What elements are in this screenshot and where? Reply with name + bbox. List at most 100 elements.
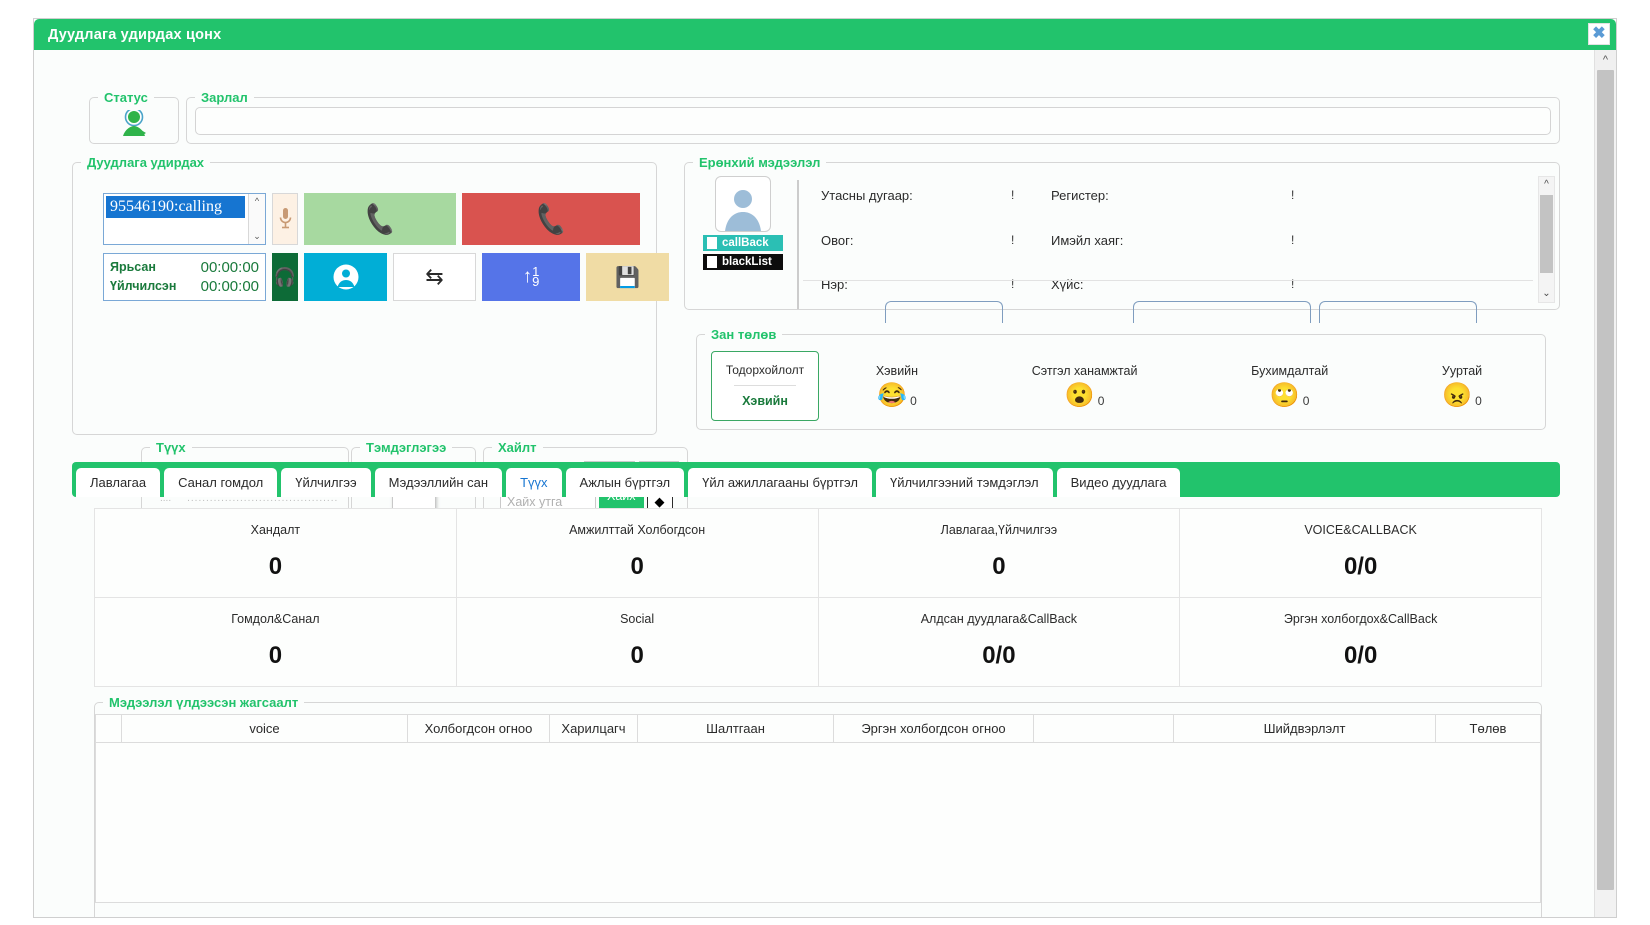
tab-video-duudlaga[interactable]: Видео дуудлага bbox=[1056, 468, 1181, 497]
customer-button[interactable] bbox=[304, 253, 387, 301]
status-panel: Статус bbox=[89, 90, 179, 144]
message-list-table: voice Холбогдсон огноо Харилцагч Шалтгаа… bbox=[95, 714, 1541, 903]
hidden-fieldset-2 bbox=[1133, 301, 1311, 323]
col-reason[interactable]: Шалтгаан bbox=[637, 714, 834, 743]
scrollbar-thumb[interactable] bbox=[1597, 70, 1614, 890]
callback-checkbox[interactable]: callBack bbox=[703, 235, 783, 251]
hidden-fieldset-3 bbox=[1319, 301, 1477, 323]
status-legend: Статус bbox=[104, 90, 148, 105]
announcement-box[interactable] bbox=[195, 107, 1551, 135]
general-info-scrollbar[interactable]: ^ ⌄ bbox=[1538, 176, 1555, 303]
close-button[interactable]: ✖ bbox=[1588, 23, 1610, 45]
mood-definition-value: Хэвийн bbox=[742, 394, 788, 408]
scroll-up-icon[interactable]: ^ bbox=[1544, 177, 1549, 193]
stat-value: 0 bbox=[630, 553, 644, 580]
mood-item-frustrated[interactable]: Бухимдалтай 🙄 0 bbox=[1251, 364, 1328, 408]
timer-talk: Ярьсан 00:00:00 bbox=[110, 258, 259, 277]
checkbox-box[interactable] bbox=[707, 237, 717, 249]
blacklist-checkbox[interactable]: blackList bbox=[703, 254, 783, 270]
tab-uilchilgeenii-temdeglel[interactable]: Үйлчилгээний тэмдэглэл bbox=[876, 468, 1053, 497]
call-control-legend: Дуудлага удирдах bbox=[87, 155, 205, 170]
tab-lavlagaa[interactable]: Лавлагаа bbox=[76, 468, 161, 497]
scroll-up-icon[interactable]: ^ bbox=[1595, 50, 1616, 70]
message-list-panel: Мэдээлэл үлдээсэн жагсаалт voice Холбогд… bbox=[94, 695, 1542, 917]
mood-count: 0 bbox=[910, 393, 917, 408]
avatar bbox=[715, 176, 771, 232]
checkbox-box[interactable] bbox=[707, 256, 717, 268]
call-management-window: Дуудлага удирдах цонх ✖ ^ Статус Зарлал bbox=[33, 18, 1617, 918]
phone-answer-icon: 📞 bbox=[361, 200, 400, 237]
stat-value: 0 bbox=[268, 553, 283, 580]
face-angry-icon[interactable]: 😠 bbox=[1442, 383, 1472, 408]
stat-lavlagaa-uilchilgee: Лавлагаа,Үйлчилгээ 0 bbox=[817, 509, 1180, 597]
tab-uilchilgee[interactable]: Үйлчилгээ bbox=[281, 468, 371, 497]
statistics-grid: Хандалт 0 Амжилттай Холбогдсон 0 Лавлага… bbox=[94, 508, 1542, 687]
stat-label: Алдсан дуудлага&CallBack bbox=[920, 612, 1078, 626]
field-required-email: ! bbox=[1291, 232, 1295, 247]
stat-label: Хандалт bbox=[250, 523, 301, 537]
scroll-down-icon[interactable]: ⌄ bbox=[1542, 286, 1550, 302]
call-status-row: Ярьсан 00:00:00 Үйлчилсэн 00:00:00 🎧 ⇆ ↑… bbox=[103, 253, 669, 301]
field-label-lastname: Овог: bbox=[821, 232, 854, 248]
scroll-down-icon[interactable]: ⌄ bbox=[253, 231, 261, 242]
stat-voice-callback: VOICE&CALLBACK 0/0 bbox=[1179, 509, 1541, 597]
col-blank[interactable] bbox=[1033, 714, 1174, 743]
microphone-icon[interactable] bbox=[272, 193, 298, 245]
mood-count: 0 bbox=[1475, 393, 1482, 408]
scroll-up-icon[interactable]: ^ bbox=[255, 196, 259, 206]
col-callback-date[interactable]: Эргэн холбогдсон огноо bbox=[833, 714, 1034, 743]
call-action-row: 95546190:calling ^ ⌄ 📞 📞 bbox=[103, 193, 640, 245]
headset-icon[interactable]: 🎧 bbox=[272, 253, 298, 301]
mood-count: 0 bbox=[1097, 393, 1105, 408]
mood-item-satisfied[interactable]: Сэтгэл ханамжтай 😮 0 bbox=[1032, 364, 1138, 408]
face-annoyed-icon[interactable]: 🙄 bbox=[1270, 383, 1300, 408]
mood-label: Ууртай bbox=[1441, 363, 1483, 378]
mood-item-normal[interactable]: Хэвийн 😂 0 bbox=[876, 364, 918, 408]
mood-definition-label: Тодорхойлолт bbox=[725, 363, 805, 377]
table-header-row: voice Холбогдсон огноо Харилцагч Шалтгаа… bbox=[95, 714, 1541, 743]
statistics-row: Гомдол&Санал 0 Social 0 Алдсан дуудлага&… bbox=[95, 597, 1541, 686]
save-icon[interactable]: 💾 bbox=[586, 253, 669, 301]
transfer-icon[interactable]: ⇆ bbox=[393, 253, 476, 301]
timer-service: Үйлчилсэн 00:00:00 bbox=[110, 277, 259, 296]
call-timers: Ярьсан 00:00:00 Үйлчилсэн 00:00:00 bbox=[103, 253, 266, 301]
timer-talk-label: Ярьсан bbox=[110, 260, 156, 274]
statistics-row: Хандалт 0 Амжилттай Холбогдсон 0 Лавлага… bbox=[95, 509, 1541, 597]
hangup-call-button[interactable]: 📞 bbox=[462, 193, 640, 245]
phone-hangup-icon: 📞 bbox=[532, 200, 571, 237]
mood-item-angry[interactable]: Ууртай 😠 0 bbox=[1442, 364, 1482, 408]
mood-count: 0 bbox=[1302, 393, 1310, 408]
mood-definition[interactable]: Тодорхойлолт Хэвийн bbox=[711, 350, 819, 421]
scrollbar-thumb[interactable] bbox=[1540, 195, 1553, 273]
col-customer[interactable]: Харилцагч bbox=[549, 714, 638, 743]
face-surprised-icon[interactable]: 😮 bbox=[1065, 383, 1095, 408]
field-required-phone: ! bbox=[1011, 188, 1015, 202]
note-legend: Тэмдэглэгээ bbox=[366, 440, 447, 455]
listbox-scrollbar[interactable]: ^ ⌄ bbox=[248, 194, 265, 244]
agent-status-icon[interactable] bbox=[90, 105, 178, 143]
tab-sanal-gomdol[interactable]: Санал гомдол bbox=[164, 468, 278, 497]
page-scrollbar[interactable]: ^ bbox=[1594, 50, 1616, 917]
stat-missed-callback: Алдсан дуудлага&CallBack 0/0 bbox=[817, 598, 1180, 686]
col-select[interactable] bbox=[95, 714, 122, 743]
mood-face-row: 😮 0 bbox=[1032, 383, 1138, 408]
stat-label: Амжилттай Холбогдсон bbox=[569, 523, 706, 537]
call-line-selected[interactable]: 95546190:calling bbox=[106, 196, 245, 218]
call-line-listbox[interactable]: 95546190:calling ^ ⌄ bbox=[103, 193, 266, 245]
col-voice[interactable]: voice bbox=[121, 714, 408, 743]
dtmf-icon[interactable]: ↑ 1 9 bbox=[482, 253, 580, 301]
mood-body: Тодорхойлолт Хэвийн Хэвийн 😂 0 Сэтгэл ха… bbox=[697, 342, 1545, 429]
col-status[interactable]: Төлөв bbox=[1435, 714, 1541, 743]
tab-tuuh[interactable]: Түүх bbox=[506, 468, 562, 497]
face-joy-icon[interactable]: 😂 bbox=[877, 383, 907, 408]
col-resolution[interactable]: Шийдвэрлэлт bbox=[1173, 714, 1436, 743]
timer-talk-value: 00:00:00 bbox=[200, 259, 259, 276]
answer-call-button[interactable]: 📞 bbox=[304, 193, 456, 245]
hidden-fieldset-1 bbox=[885, 301, 1003, 323]
tab-medeelliin-san[interactable]: Мэдээллийн сан bbox=[374, 468, 503, 497]
col-connected-date[interactable]: Холбогдсон огноо bbox=[407, 714, 550, 743]
tab-ajliin-burtgel[interactable]: Ажлын бүртгэл bbox=[565, 468, 685, 497]
table-body bbox=[95, 742, 1541, 903]
blacklist-label: blackList bbox=[722, 256, 772, 268]
tab-uil-ajillagaanii-burtgel[interactable]: Үйл ажиллагааны бүртгэл bbox=[688, 468, 872, 497]
